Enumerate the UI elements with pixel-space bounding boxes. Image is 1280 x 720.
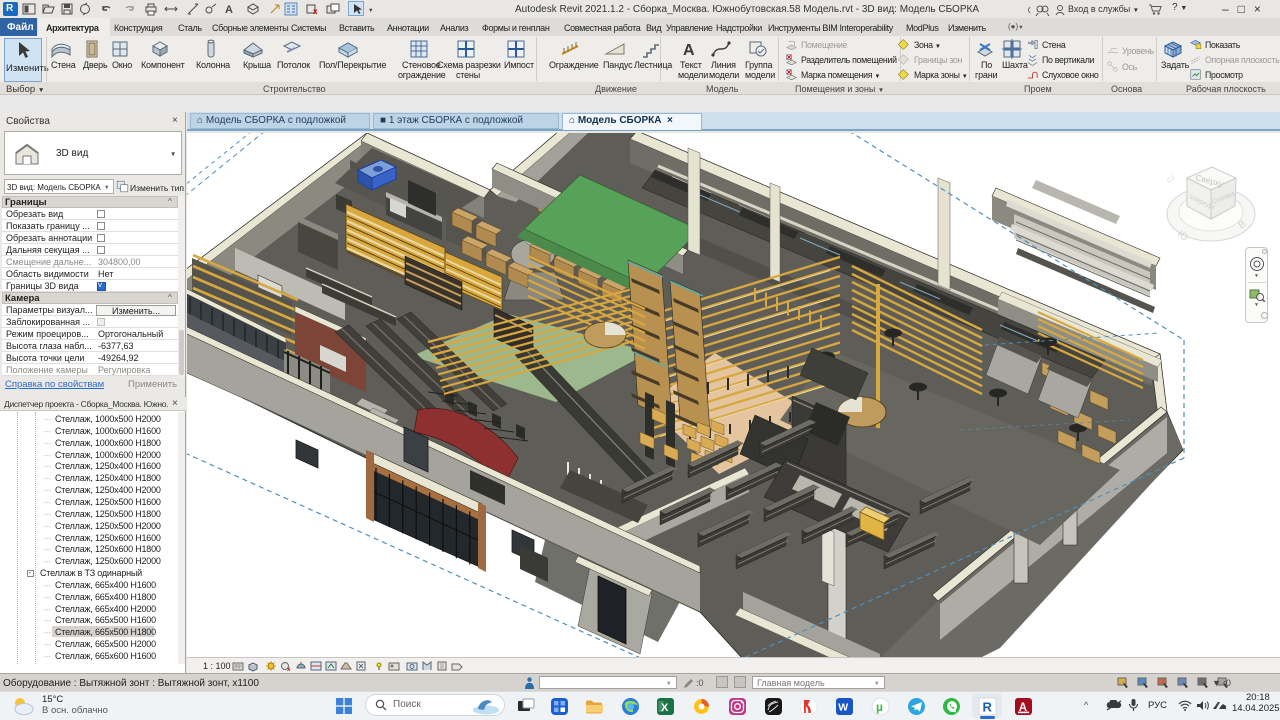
svg-text:R: R	[983, 700, 993, 715]
svg-text:X: X	[661, 702, 669, 714]
svg-text:A: A	[683, 42, 695, 59]
svg-text:СЗ: СЗ	[1166, 175, 1176, 185]
svg-text:x: x	[313, 7, 318, 16]
svg-text:A: A	[225, 4, 233, 16]
svg-text:x: x	[287, 667, 291, 672]
svg-text:W: W	[838, 702, 848, 714]
svg-text:µ: µ	[876, 700, 883, 714]
